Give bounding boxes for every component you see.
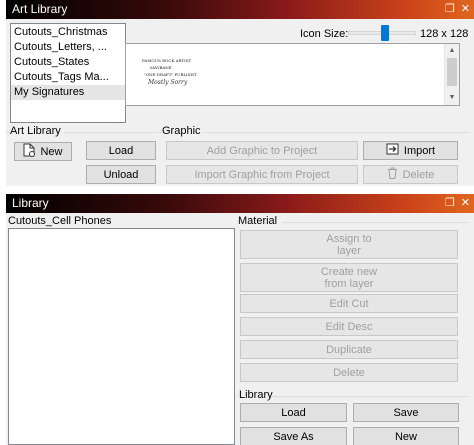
library-group-label: Library [239,389,273,401]
load-button[interactable]: Load [240,403,347,422]
signature-line-1: FAMOUS ROCK ARTIST [142,58,192,63]
icon-size-slider-thumb[interactable] [381,25,390,41]
signature-line-2: MAYBANE [150,65,172,70]
scroll-up-icon[interactable]: ▲ [445,44,459,58]
material-list[interactable] [8,228,235,445]
save-button[interactable]: Save [353,403,459,422]
delete-button-label: Delete [402,168,435,181]
library-titlebar: Library ❐ ✕ [6,194,474,213]
list-item[interactable]: Cutouts_Christmas [11,25,125,40]
signature-thumbnail[interactable]: FAMOUS ROCK ARTIST MAYBANE "ONE DRAFT" P… [138,56,208,96]
list-item[interactable]: Cutouts_States [11,55,125,70]
art-library-group-label: Art Library [10,125,64,138]
signature-line-4: Mostly Sorry [147,79,188,86]
list-item[interactable]: Cutouts_Letters, ... [11,40,125,55]
edit-cut-button[interactable]: Edit Cut [240,294,458,313]
signature-graphic: FAMOUS ROCK ARTIST MAYBANE "ONE DRAFT" P… [142,58,197,86]
art-library-list[interactable]: Cutouts_Christmas Cutouts_Letters, ... C… [10,23,126,123]
preview-scrollbar[interactable]: ▲ ▼ [444,44,459,105]
new-library-button[interactable]: New [14,142,72,161]
preview-area[interactable]: FAMOUS ROCK ARTIST MAYBANE "ONE DRAFT" P… [125,43,460,106]
import-icon [386,143,399,158]
assign-to-layer-button[interactable]: Assign to layer [240,230,458,259]
delete-material-button[interactable]: Delete [240,363,458,382]
save-as-button[interactable]: Save As [240,427,347,445]
new-button-label: New [40,145,63,158]
trash-icon [387,167,398,182]
list-item-selected[interactable]: My Signatures [11,85,125,100]
icon-size-label: Icon Size: [300,28,349,40]
signature-line-3: "ONE DRAFT" PUBLISHT [144,72,197,77]
library-title: Library [12,196,49,210]
art-library-title: Art Library [12,2,68,16]
scrollbar-thumb[interactable] [447,58,457,86]
art-library-panel: Cutouts_Christmas Cutouts_Letters, ... C… [6,19,474,186]
restore-icon[interactable]: ❐ [445,0,455,19]
material-group-label: Material [238,215,278,227]
new-file-icon [23,143,36,160]
list-item[interactable]: Cutouts_Tags Ma... [11,70,125,85]
delete-graphic-button[interactable]: Delete [363,165,458,184]
unload-library-button[interactable]: Unload [86,165,156,184]
close-icon[interactable]: ✕ [461,194,470,213]
import-button[interactable]: Import [363,141,458,160]
graphic-group [158,132,470,133]
graphic-group-label: Graphic [162,125,204,138]
icon-size-value: 128 x 128 [420,28,469,40]
scroll-down-icon[interactable]: ▼ [445,91,459,105]
add-graphic-to-project-button[interactable]: Add Graphic to Project [166,141,358,160]
load-library-button[interactable]: Load [86,141,156,160]
new-button[interactable]: New [353,427,459,445]
duplicate-button[interactable]: Duplicate [240,340,458,359]
import-graphic-from-project-button[interactable]: Import Graphic from Project [166,165,358,184]
material-group [282,222,468,223]
restore-icon[interactable]: ❐ [445,194,455,213]
library-panel: Cutouts_Cell Phones Material Assign to l… [6,213,474,445]
create-from-layer-button[interactable]: Create new from layer [240,263,458,292]
close-icon[interactable]: ✕ [461,0,470,19]
library-list-label: Cutouts_Cell Phones [8,215,112,227]
library-group [272,396,468,397]
art-library-titlebar: Art Library ❐ ✕ [6,0,474,19]
import-button-label: Import [403,144,436,157]
edit-desc-button[interactable]: Edit Desc [240,317,458,336]
